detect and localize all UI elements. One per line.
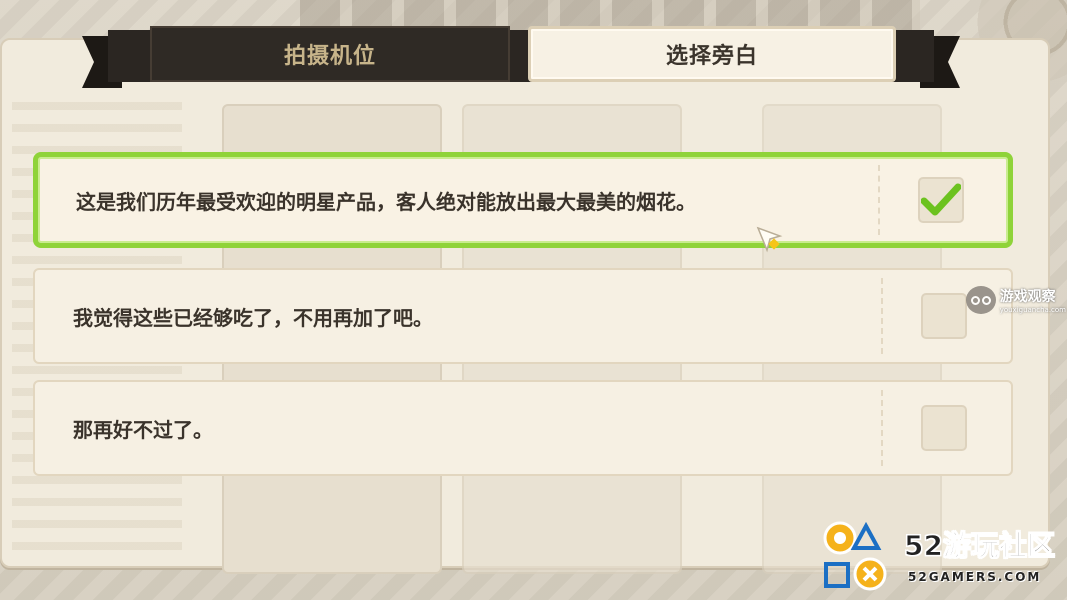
- watermark-text: 游戏观察: [999, 289, 1056, 305]
- 52gamers-watermark: 52游玩社区 52GAMERS.COM: [820, 518, 1065, 594]
- option-checkbox[interactable]: [921, 405, 967, 451]
- narration-option-3[interactable]: 那再好不过了。: [33, 380, 1013, 476]
- narration-option-1[interactable]: 这是我们历年最受欢迎的明星产品，客人绝对能放出最大最美的烟花。: [33, 152, 1013, 248]
- watermark-title: 52游玩社区: [904, 529, 1056, 563]
- narration-option-text: 那再好不过了。: [73, 417, 213, 442]
- tab-select-narration-label: 选择旁白: [665, 44, 758, 69]
- option-divider: [881, 278, 883, 354]
- watermark-url: 52GAMERS.COM: [908, 570, 1042, 584]
- tab-camera-position[interactable]: 拍摄机位: [150, 26, 510, 82]
- narration-option-2[interactable]: 我觉得这些已经够吃了，不用再加了吧。: [33, 268, 1013, 364]
- option-checkbox[interactable]: [918, 177, 964, 223]
- narration-option-text: 这是我们历年最受欢迎的明星产品，客人绝对能放出最大最美的烟花。: [76, 189, 696, 214]
- youxiguancha-watermark: 游戏观察 youxiguancha.com: [966, 282, 1066, 318]
- narration-option-text: 我觉得这些已经够吃了，不用再加了吧。: [73, 305, 433, 330]
- option-divider: [878, 165, 880, 235]
- cursor-sparkle-icon: [756, 226, 786, 256]
- option-divider: [881, 390, 883, 466]
- tab-camera-position-label: 拍摄机位: [283, 44, 376, 69]
- tab-select-narration[interactable]: 选择旁白: [528, 26, 896, 82]
- check-icon: [921, 183, 961, 217]
- option-checkbox[interactable]: [921, 293, 967, 339]
- binoculars-icon: [966, 286, 996, 314]
- watermark-url: youxiguancha.com: [999, 306, 1066, 314]
- gamepad-symbols-icon: [823, 521, 887, 591]
